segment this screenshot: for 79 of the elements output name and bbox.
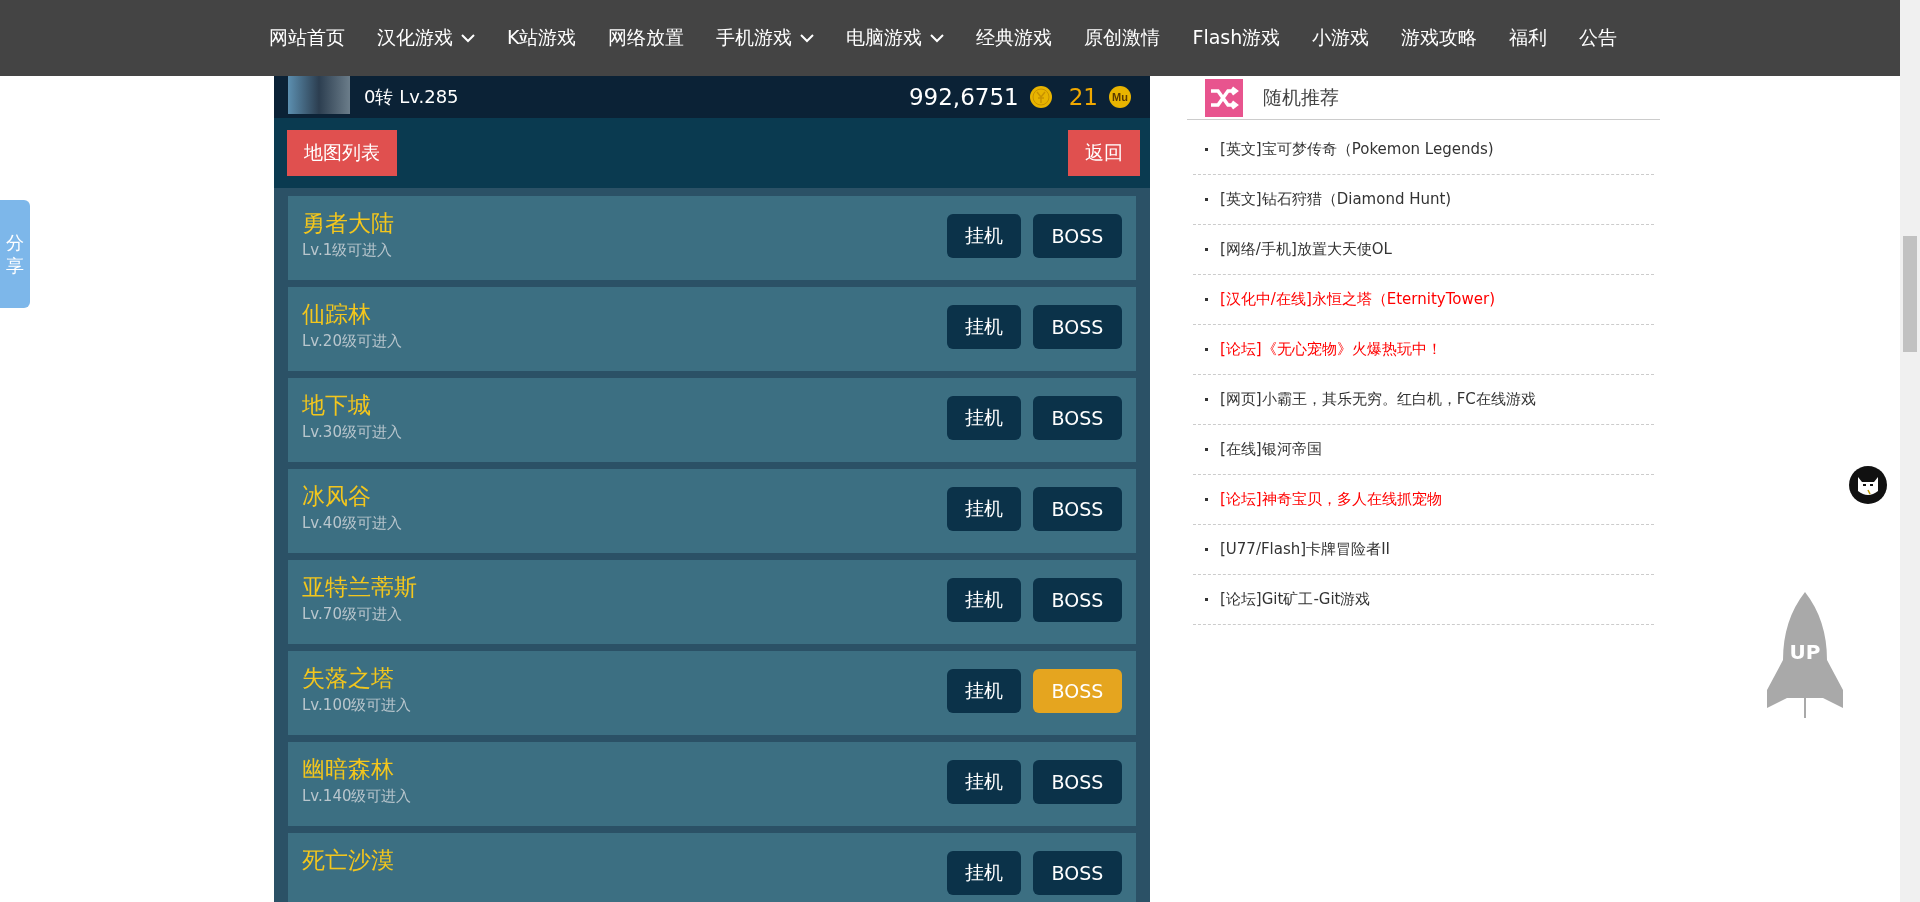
idle-button[interactable]: 挂机 [947, 578, 1021, 622]
caret-icon [930, 33, 945, 43]
map-name: 仙踪林 [302, 300, 372, 329]
boss-button[interactable]: BOSS [1033, 305, 1122, 349]
recommendation-link[interactable]: [论坛]神奇宝贝，多人在线抓宠物 [1220, 490, 1442, 509]
recommendation-link[interactable]: [汉化中/在线]永恒之塔（EternityTower) [1220, 290, 1495, 309]
boss-button[interactable]: BOSS [1033, 396, 1122, 440]
recommendation-link[interactable]: [论坛]Git矿工-Git游戏 [1220, 590, 1371, 609]
nav-link[interactable]: 经典游戏 [960, 25, 1069, 51]
scrollbar-thumb[interactable] [1903, 236, 1917, 352]
player-level: 0转 Lv.285 [364, 85, 459, 109]
map-name: 死亡沙漠 [302, 846, 395, 875]
level-requirement: Lv.70级可进入 [302, 605, 403, 624]
nav-link[interactable]: 网络放置 [592, 25, 701, 51]
idle-button[interactable]: 挂机 [947, 214, 1021, 258]
idle-button[interactable]: 挂机 [947, 487, 1021, 531]
idle-button[interactable]: 挂机 [947, 396, 1021, 440]
recommendation-link[interactable]: [英文]宝可梦传奇（Pokemon Legends) [1220, 140, 1494, 159]
nav-link[interactable]: Flash游戏 [1176, 25, 1297, 51]
map-name: 亚特兰蒂斯 [302, 573, 418, 602]
nav-link[interactable]: 网站首页 [253, 25, 361, 51]
map-name: 勇者大陆 [302, 209, 395, 238]
level-requirement: Lv.140级可进入 [302, 787, 413, 806]
mu-coin-icon: Mu [1108, 85, 1132, 109]
boss-button[interactable]: BOSS [1033, 851, 1122, 895]
bullet-icon [1205, 398, 1208, 401]
nav-link[interactable]: 汉化游戏 [361, 25, 491, 51]
recommendation-link[interactable]: [论坛]《无心宠物》火爆热玩中！ [1220, 340, 1442, 359]
level-requirement: Lv.1级可进入 [302, 241, 394, 260]
bullet-icon [1205, 598, 1208, 601]
nav-link[interactable]: 手机游戏 [700, 25, 831, 51]
avatar-placeholder [288, 76, 350, 114]
boss-button[interactable]: BOSS [1033, 578, 1122, 622]
level-requirement: Lv.100级可进入 [302, 696, 413, 715]
map-name: 幽暗森林 [302, 755, 395, 784]
bullet-icon [1205, 448, 1208, 451]
nav-link[interactable]: 公告 [1563, 25, 1634, 51]
coin-icon [1028, 85, 1053, 109]
nav-link[interactable]: 小游戏 [1296, 25, 1386, 51]
boss-button[interactable]: BOSS [1033, 487, 1122, 531]
nav-link[interactable]: 福利 [1493, 25, 1564, 51]
sidebar-title: 随机推荐 [1263, 84, 1339, 110]
bullet-icon [1205, 298, 1208, 301]
nav-link[interactable]: 游戏攻略 [1385, 25, 1494, 51]
map-list-button[interactable]: 地图列表 [287, 130, 397, 176]
boss-button[interactable]: BOSS [1033, 760, 1122, 804]
map-name: 冰风谷 [302, 482, 372, 511]
bullet-icon [1205, 248, 1208, 251]
bullet-icon [1205, 498, 1208, 501]
boss-button[interactable]: BOSS [1033, 214, 1122, 258]
map-name: 地下城 [302, 391, 372, 420]
nav-link[interactable]: K站游戏 [491, 25, 593, 51]
cat-face-icon[interactable] [1848, 465, 1888, 505]
recommendation-link[interactable]: [U77/Flash]卡牌冒险者II [1220, 540, 1390, 559]
level-requirement: Lv.20级可进入 [302, 332, 403, 351]
level-requirement: Lv.30级可进入 [302, 423, 403, 442]
level-requirement: Lv.40级可进入 [302, 514, 403, 533]
back-button[interactable]: 返回 [1068, 130, 1140, 176]
bullet-icon [1205, 548, 1208, 551]
nav-link[interactable]: 电脑游戏 [830, 25, 961, 51]
coin-balance: 992,6751 [908, 84, 1019, 110]
shuffle-icon [1205, 78, 1243, 117]
idle-button[interactable]: 挂机 [947, 305, 1021, 349]
bullet-icon [1205, 148, 1208, 151]
caret-icon [800, 33, 815, 43]
idle-button[interactable]: 挂机 [947, 851, 1021, 895]
recommendation-link[interactable]: [英文]钻石狩猎（Diamond Hunt) [1220, 190, 1452, 209]
recommendation-link[interactable]: [网络/手机]放置大天使OL [1220, 240, 1392, 259]
bullet-icon [1205, 198, 1208, 201]
recommendation-link[interactable]: [在线]银河帝国 [1220, 440, 1322, 459]
idle-button[interactable]: 挂机 [947, 669, 1021, 713]
idle-button[interactable]: 挂机 [947, 760, 1021, 804]
scrollbar[interactable] [1900, 0, 1920, 902]
nav-link[interactable]: 原创激情 [1068, 25, 1177, 51]
gem-amount: 21 [1068, 84, 1098, 110]
caret-icon [461, 33, 475, 43]
map-name: 失落之塔 [302, 664, 395, 693]
bullet-icon [1205, 348, 1208, 351]
recommendation-link[interactable]: [网页]小霸王，其乐无穷。红白机，FC在线游戏 [1220, 390, 1536, 409]
